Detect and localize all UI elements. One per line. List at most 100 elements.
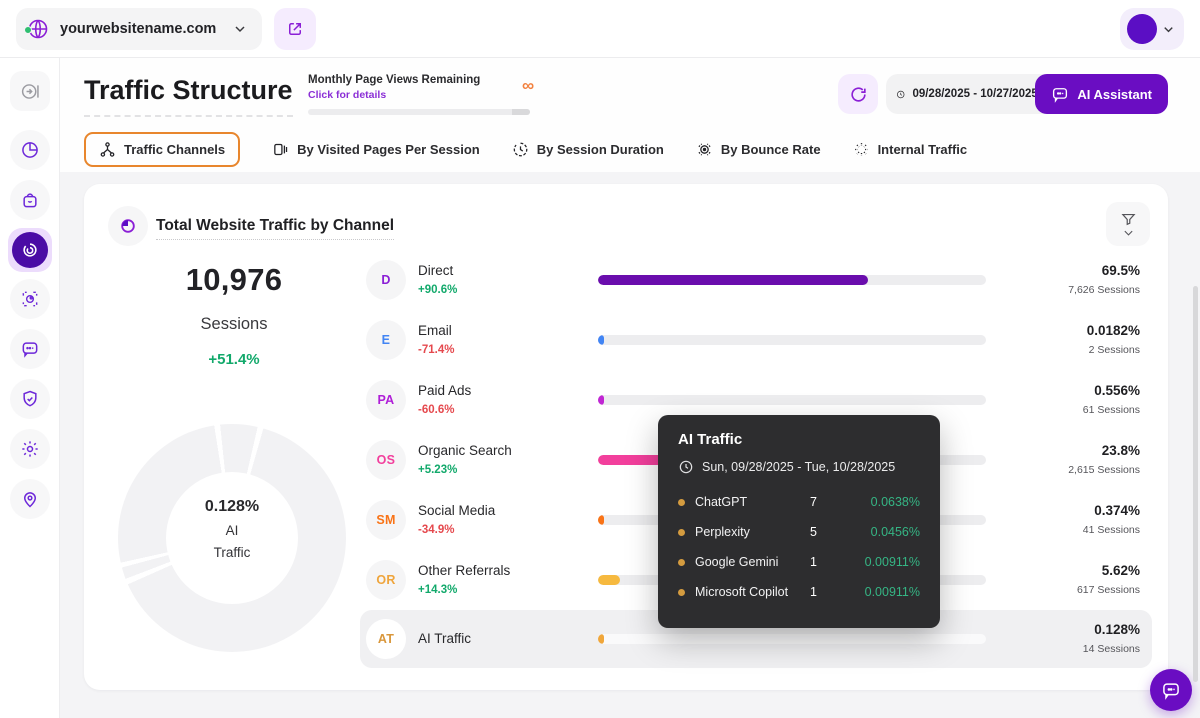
sidebar-item-traffic-active[interactable] — [8, 228, 52, 272]
bullet-dot — [678, 499, 685, 506]
channel-row-email[interactable]: E Email-71.4% 0.0182%2 Sessions — [360, 310, 1152, 370]
channel-badge: E — [366, 320, 406, 360]
refresh-button[interactable] — [838, 74, 878, 114]
channel-badge: OS — [366, 440, 406, 480]
quota-label: Monthly Page Views Remaining — [308, 74, 538, 86]
tooltip-range-text: Sun, 09/28/2025 - Tue, 10/28/2025 — [702, 460, 895, 474]
gear-icon — [20, 439, 40, 459]
channel-delta: +90.6% — [418, 284, 457, 296]
donut-center-pct: 0.128% — [118, 498, 346, 516]
top-bar: yourwebsitename.com — [0, 0, 1200, 58]
donut-center-line3: Traffic — [118, 545, 346, 560]
filter-button[interactable] — [1106, 202, 1150, 246]
channel-sessions: 2,615 Sessions — [1068, 464, 1140, 476]
source-count: 5 — [810, 525, 844, 539]
sidebar-collapse-button[interactable] — [10, 71, 50, 111]
source-count: 1 — [810, 585, 844, 599]
tooltip-row: Google Gemini 1 0.00911% — [678, 547, 920, 577]
channel-name: AI Traffic — [418, 631, 471, 646]
channel-bar-fill — [598, 395, 604, 405]
sidebar-item-location[interactable] — [10, 479, 50, 519]
channel-bar-track — [598, 335, 986, 345]
ai-assistant-button[interactable]: AI Assistant — [1035, 74, 1168, 114]
website-name: yourwebsitename.com — [60, 21, 222, 37]
date-range-text: 09/28/2025 - 10/27/2025 — [912, 88, 1037, 100]
source-percent: 0.0456% — [844, 525, 920, 539]
channel-delta: -34.9% — [418, 524, 454, 536]
source-count: 7 — [810, 495, 844, 509]
channel-badge: PA — [366, 380, 406, 420]
channel-sessions: 41 Sessions — [1083, 524, 1140, 536]
channel-badge: AT — [366, 619, 406, 659]
page-scrollbar[interactable] — [1193, 286, 1198, 682]
source-percent: 0.00911% — [844, 585, 920, 599]
website-selector[interactable]: yourwebsitename.com — [16, 8, 262, 50]
channel-badge: D — [366, 260, 406, 300]
tooltip-row: Perplexity 5 0.0456% — [678, 517, 920, 547]
channel-sessions: 7,626 Sessions — [1068, 284, 1140, 296]
channel-delta: +5.23% — [418, 464, 457, 476]
tooltip-date-range: Sun, 09/28/2025 - Tue, 10/28/2025 — [678, 459, 920, 475]
traffic-donut-chart[interactable]: 0.128% AI Traffic — [118, 424, 346, 652]
sidebar-item-feedback[interactable] — [10, 329, 50, 369]
channel-bar-fill — [598, 335, 604, 345]
bullet-dot — [678, 589, 685, 596]
chat-icon — [1161, 680, 1181, 700]
chevron-down-icon — [1161, 22, 1176, 37]
page-title: Traffic Structure — [84, 75, 293, 117]
channel-percent: 0.0182% — [1087, 323, 1140, 338]
sidebar-item-dashboard[interactable] — [10, 130, 50, 170]
shield-check-icon — [20, 389, 40, 409]
open-website-button[interactable] — [274, 8, 316, 50]
source-name: ChatGPT — [695, 495, 810, 509]
channel-name: Email — [418, 323, 452, 338]
total-delta: +51.4% — [124, 351, 344, 368]
channel-sessions: 2 Sessions — [1089, 344, 1140, 356]
user-menu[interactable] — [1120, 8, 1184, 50]
sidebar-item-recordings[interactable] — [10, 279, 50, 319]
traffic-icon — [12, 232, 48, 268]
tab-internal-traffic[interactable]: Internal Traffic — [853, 141, 968, 158]
chevron-down-icon — [232, 21, 248, 37]
tab-session-duration[interactable]: By Session Duration — [512, 141, 664, 158]
channel-badge: SM — [366, 500, 406, 540]
channel-name: Direct — [418, 263, 453, 278]
pie-chart-icon — [20, 140, 40, 160]
channel-badge: OR — [366, 560, 406, 600]
sidebar-item-settings[interactable] — [10, 429, 50, 469]
tab-visited-pages[interactable]: By Visited Pages Per Session — [272, 141, 480, 158]
ai-assistant-label: AI Assistant — [1077, 87, 1152, 102]
channel-sessions: 617 Sessions — [1077, 584, 1140, 596]
tab-label: Internal Traffic — [878, 142, 968, 157]
channel-name: Organic Search — [418, 443, 512, 458]
quota-details-link[interactable]: Click for details — [308, 89, 538, 101]
tooltip-rows: ChatGPT 7 0.0638% Perplexity 5 0.0456% G… — [678, 487, 920, 607]
support-chat-button[interactable] — [1150, 669, 1192, 711]
tab-bounce-rate[interactable]: By Bounce Rate — [696, 141, 821, 158]
sidebar-item-ecommerce[interactable] — [10, 180, 50, 220]
channel-name: Social Media — [418, 503, 495, 518]
channel-row-direct[interactable]: D Direct +90.6% 69.5% 7,626 Sessions — [360, 250, 1152, 310]
tab-label: By Visited Pages Per Session — [297, 142, 480, 157]
quota-used-segment — [512, 109, 530, 115]
globe-icon — [26, 17, 50, 41]
channel-name: Other Referrals — [418, 563, 510, 578]
source-percent: 0.00911% — [844, 555, 920, 569]
channel-bar-track — [598, 395, 986, 405]
tab-traffic-channels[interactable]: Traffic Channels — [84, 132, 240, 167]
main-content: Total Website Traffic by Channel 10,976 … — [60, 172, 1200, 718]
shopping-bag-icon — [20, 190, 40, 210]
chat-icon — [1051, 85, 1069, 103]
ai-traffic-tooltip: AI Traffic Sun, 09/28/2025 - Tue, 10/28/… — [658, 415, 940, 628]
channel-percent: 0.128% — [1094, 622, 1140, 637]
tab-label: By Bounce Rate — [721, 142, 821, 157]
channel-percent: 69.5% — [1102, 263, 1140, 278]
tab-label: By Session Duration — [537, 142, 664, 157]
source-count: 1 — [810, 555, 844, 569]
channel-percent: 23.8% — [1102, 443, 1140, 458]
channel-percent: 0.374% — [1094, 503, 1140, 518]
page-header: Traffic Structure Monthly Page Views Rem… — [60, 58, 1200, 172]
pages-icon — [272, 141, 289, 158]
sidebar-item-seo[interactable] — [10, 379, 50, 419]
bullet-dot — [678, 529, 685, 536]
